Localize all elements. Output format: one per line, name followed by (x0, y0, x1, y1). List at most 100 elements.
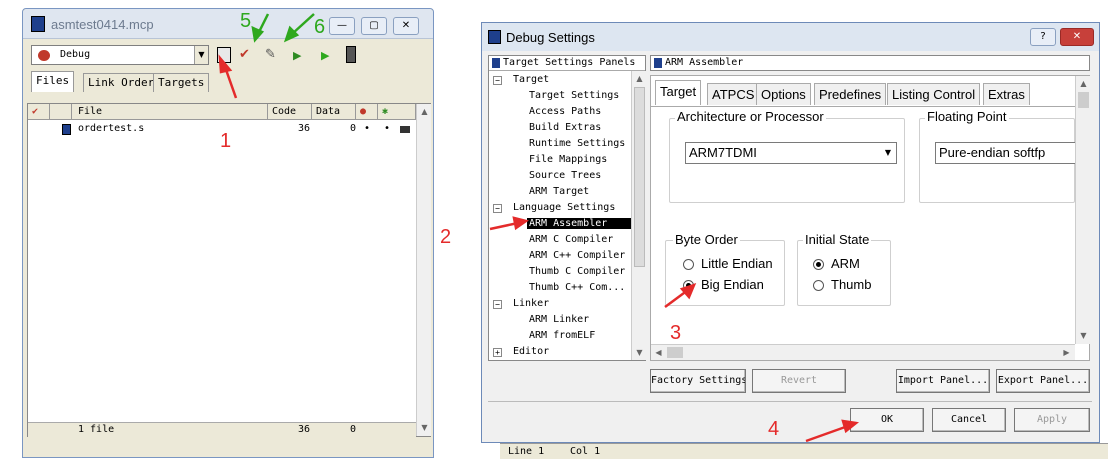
dialog-close-button[interactable]: ✕ (1060, 28, 1094, 46)
panel-scroll-left-icon[interactable]: ◀ (651, 345, 666, 360)
tree-item-arm-linker[interactable]: ARM Linker (529, 314, 589, 325)
target-select[interactable]: Debug ▼ (31, 45, 209, 65)
apply-button[interactable]: Apply (1014, 408, 1090, 432)
little-endian-label[interactable]: Little Endian (701, 256, 773, 271)
panel-header-icon (654, 58, 662, 68)
tree-item-file-mappings[interactable]: File Mappings (529, 154, 607, 165)
tree-expand-editor-icon[interactable]: + (493, 348, 502, 357)
debug-icon[interactable]: ▶ (293, 49, 301, 62)
dialog-title-bar[interactable]: Debug Settings ? ✕ (482, 23, 1099, 51)
tree-item-build-extras[interactable]: Build Extras (529, 122, 601, 133)
column-target[interactable]: ✱ (378, 104, 416, 120)
tree-item-source-trees[interactable]: Source Trees (529, 170, 601, 181)
arm-state-label[interactable]: ARM (831, 256, 860, 271)
tab-files[interactable]: Files (31, 71, 75, 92)
panel-hscroll-thumb[interactable] (667, 347, 683, 358)
tab-extras[interactable]: Extras (983, 83, 1030, 105)
big-endian-radio[interactable] (683, 280, 694, 291)
total-code: 36 (298, 424, 311, 435)
tree-scroll-up-icon[interactable]: ▲ (632, 71, 647, 86)
annotation-number-5: 5 (240, 10, 252, 32)
tree-item-editor[interactable]: Editor (513, 346, 549, 357)
panel-header-label: ARM Assembler (665, 57, 744, 68)
device-icon[interactable] (346, 46, 356, 63)
tree-item-thumb-c-compiler[interactable]: Thumb C Compiler (529, 266, 625, 277)
panel-scroll-right-icon[interactable]: ▶ (1059, 345, 1074, 360)
export-panel-button[interactable]: Export Panel... (996, 369, 1090, 393)
architecture-select[interactable]: ARM7TDMI ▼ (685, 142, 897, 164)
project-title-bar[interactable]: asmtest0414.mcp — ▢ ✕ (23, 9, 433, 39)
file-target-mark[interactable]: • (384, 123, 390, 134)
run-icon[interactable]: ▶ (321, 49, 329, 62)
little-endian-radio[interactable] (683, 259, 694, 270)
cancel-button[interactable]: Cancel (932, 408, 1006, 432)
file-menu-icon[interactable] (400, 126, 410, 133)
minimize-button[interactable]: — (329, 17, 355, 35)
tab-target[interactable]: Target (655, 80, 702, 105)
tree-item-target[interactable]: Target (513, 74, 549, 85)
revert-button[interactable]: Revert (752, 369, 846, 393)
panel-horizontal-scrollbar[interactable]: ◀ ▶ (651, 344, 1075, 360)
thumb-state-label[interactable]: Thumb (831, 277, 871, 292)
source-file-icon (62, 124, 71, 135)
tree-item-target-settings[interactable]: Target Settings (529, 90, 619, 101)
import-panel-button[interactable]: Import Panel... (896, 369, 990, 393)
tree-item-linker[interactable]: Linker (513, 298, 549, 309)
arm-state-radio[interactable] (813, 259, 824, 270)
maximize-button[interactable]: ▢ (361, 17, 387, 35)
tree-collapse-language-icon[interactable]: − (493, 204, 502, 213)
thumb-state-radio[interactable] (813, 280, 824, 291)
column-code[interactable]: Code (268, 104, 312, 120)
column-debug[interactable]: ● (356, 104, 378, 120)
ok-button[interactable]: OK (850, 408, 924, 432)
tree-item-arm-cpp-compiler[interactable]: ARM C++ Compiler (529, 250, 625, 261)
tree-item-thumb-cpp-compiler[interactable]: Thumb C++ Com... (529, 282, 625, 293)
tree-item-arm-fromelf[interactable]: ARM fromELF (529, 330, 595, 341)
target-select-value: Debug (60, 49, 91, 60)
compile-icon[interactable]: ✎ (265, 47, 276, 62)
scroll-down-icon[interactable]: ▼ (417, 420, 432, 435)
tree-collapse-linker-icon[interactable]: − (493, 300, 502, 309)
file-data: 0 (350, 123, 357, 134)
panel-scroll-down-icon[interactable]: ▼ (1076, 328, 1091, 343)
tab-predefines[interactable]: Predefines (814, 83, 887, 105)
panel-scroll-up-icon[interactable]: ▲ (1076, 76, 1091, 91)
panel-scroll-thumb[interactable] (1078, 92, 1089, 108)
dialog-icon (488, 30, 501, 44)
file-list-scrollbar[interactable]: ▲ ▼ (416, 104, 431, 436)
scroll-up-icon[interactable]: ▲ (417, 104, 432, 119)
factory-settings-button[interactable]: Factory Settings (650, 369, 746, 393)
column-icon[interactable] (50, 104, 72, 120)
debug-target-icon (38, 50, 50, 61)
tree-item-access-paths[interactable]: Access Paths (529, 106, 601, 117)
tab-listing-control[interactable]: Listing Control (887, 83, 981, 105)
tree-scroll-thumb[interactable] (634, 87, 645, 267)
tree-collapse-target-icon[interactable]: − (493, 76, 502, 85)
panel-vertical-scrollbar[interactable]: ▲ ▼ (1075, 76, 1090, 344)
architecture-dropdown-icon[interactable]: ▼ (880, 144, 896, 162)
tree-item-runtime-settings[interactable]: Runtime Settings (529, 138, 625, 149)
settings-icon[interactable] (217, 47, 231, 63)
check-syntax-icon[interactable]: ✔ (239, 47, 250, 62)
column-check[interactable]: ✔ (28, 104, 50, 120)
settings-panel: Target ATPCS Options Predefines Listing … (650, 75, 1090, 361)
tree-item-arm-assembler[interactable]: ARM Assembler (527, 218, 631, 229)
tab-link-order[interactable]: Link Order (83, 73, 160, 92)
help-button[interactable]: ? (1030, 28, 1056, 46)
column-file[interactable]: File (72, 104, 268, 120)
tree-item-language-settings[interactable]: Language Settings (513, 202, 615, 213)
floating-point-select[interactable]: Pure-endian softfp (935, 142, 1075, 164)
close-button[interactable]: ✕ (393, 17, 419, 35)
tree-item-arm-target[interactable]: ARM Target (529, 186, 589, 197)
tree-scroll-down-icon[interactable]: ▼ (632, 345, 647, 360)
file-debug-mark[interactable]: • (364, 123, 370, 134)
tree-header: Target Settings Panels (489, 56, 645, 71)
column-data[interactable]: Data (312, 104, 356, 120)
tab-options[interactable]: Options (756, 83, 811, 105)
tab-targets[interactable]: Targets (153, 73, 210, 92)
tree-item-arm-c-compiler[interactable]: ARM C Compiler (529, 234, 613, 245)
chevron-down-icon[interactable]: ▼ (194, 46, 208, 64)
big-endian-label[interactable]: Big Endian (701, 277, 764, 292)
tab-atpcs[interactable]: ATPCS (707, 83, 760, 105)
tree-scrollbar[interactable]: ▲ ▼ (631, 71, 646, 360)
